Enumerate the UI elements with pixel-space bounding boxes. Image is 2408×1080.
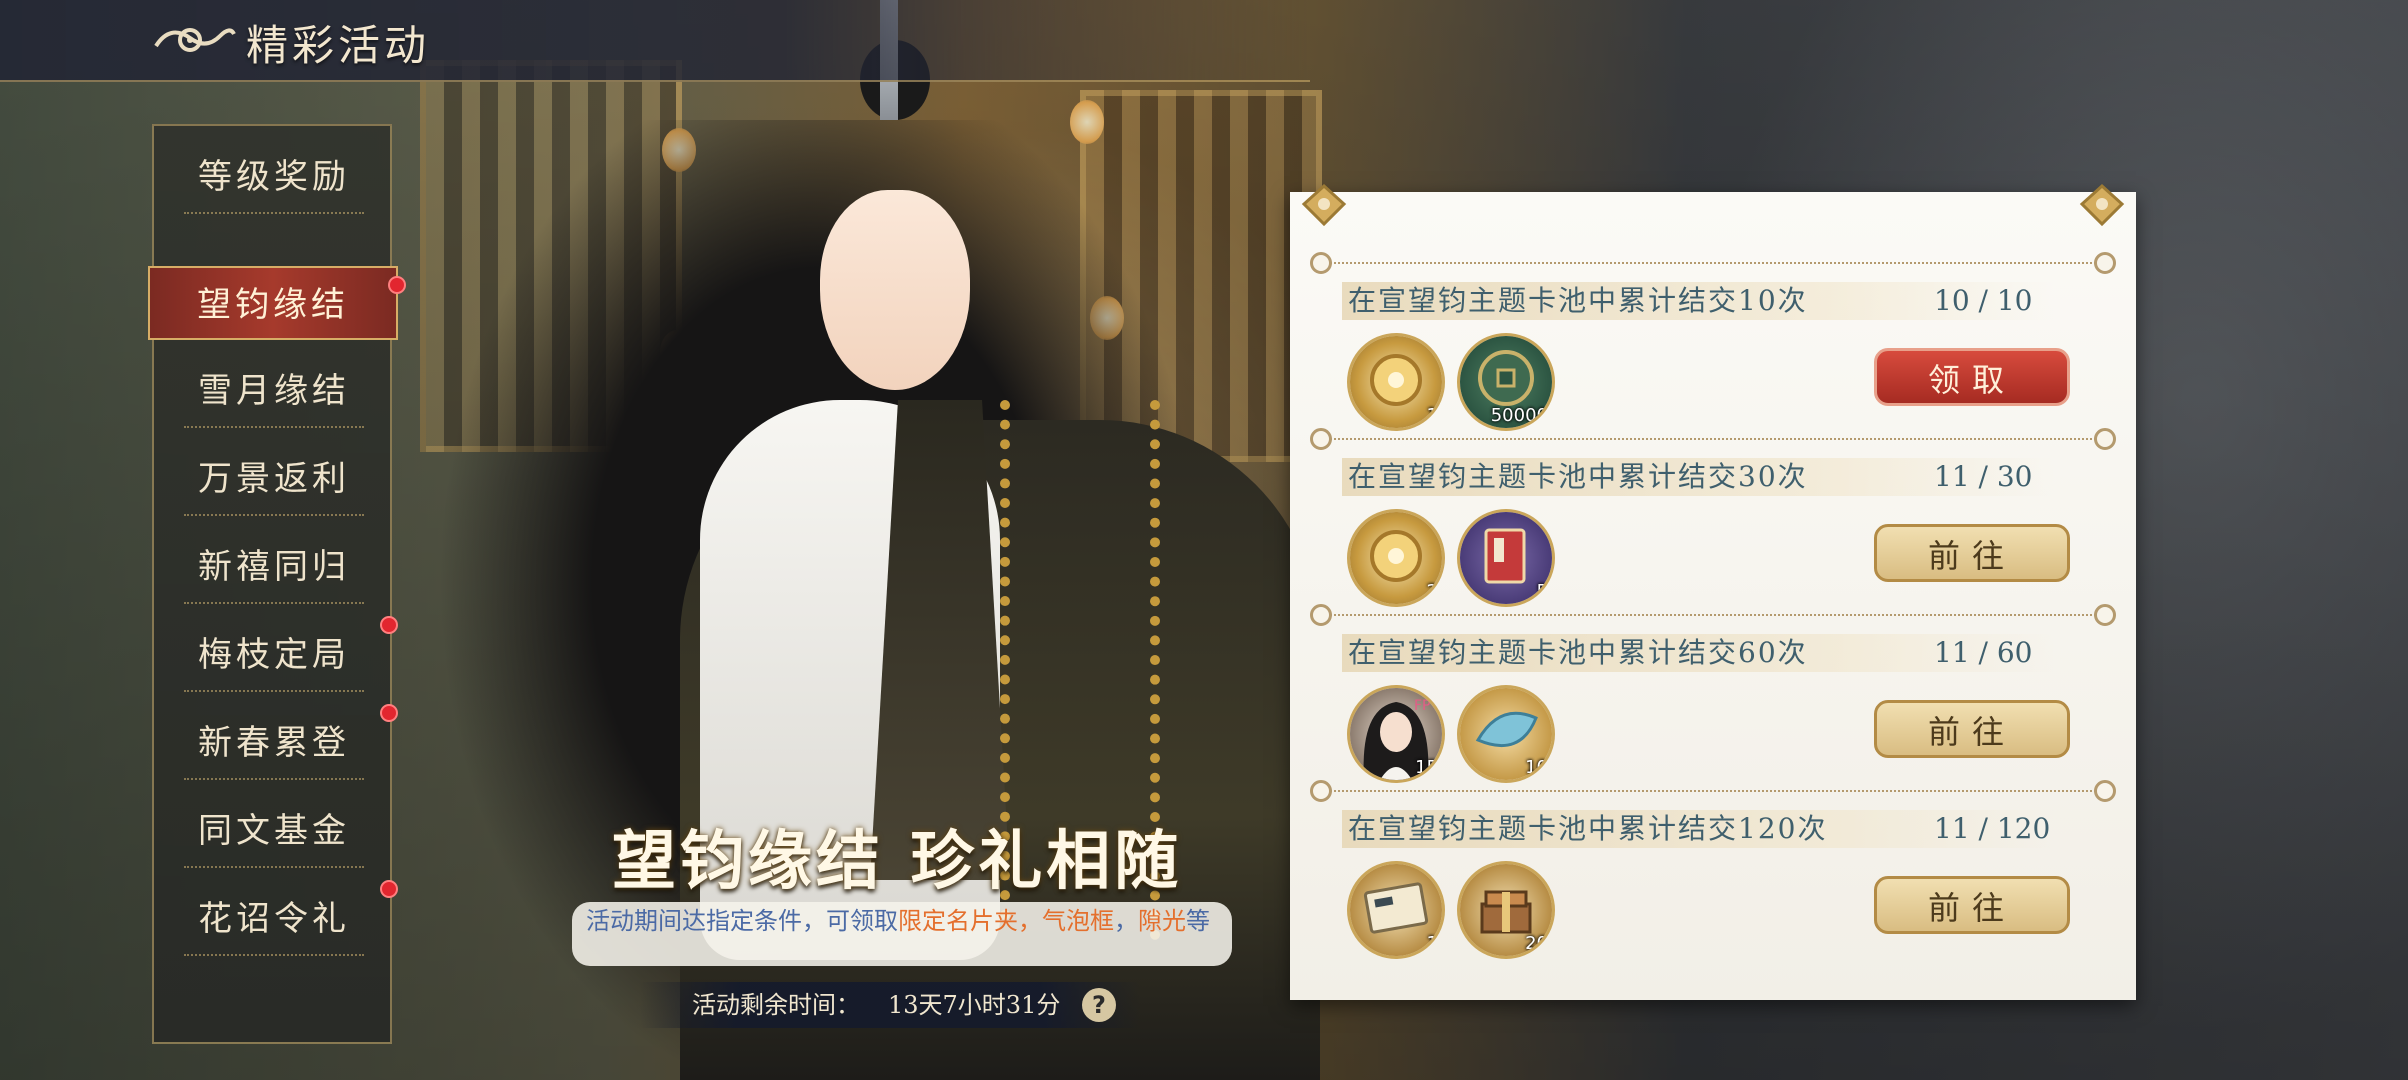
task-condition: 在宣望钧主题卡池中累计结交120次 xyxy=(1348,812,1828,845)
question-icon[interactable]: ? xyxy=(1082,988,1116,1022)
banner-title: 望钧缘结 珍礼相随 xyxy=(612,824,1183,899)
task-progress: 11 / 30 xyxy=(1934,460,2033,493)
rod-end xyxy=(2094,428,2116,450)
sidebar-item-label: 万景返利 xyxy=(198,459,350,499)
sidebar-item-xinchun[interactable]: 新春累登 xyxy=(154,704,398,780)
rod-line xyxy=(1330,790,2096,792)
desc-text: 活动期间达指定条件，可领取 xyxy=(586,907,898,935)
scroll-rod xyxy=(1310,780,2116,802)
notification-dot xyxy=(388,276,406,294)
reward-qty: 20 xyxy=(1525,933,1548,954)
knot-ornament-icon xyxy=(1301,183,1347,227)
go-button[interactable]: 前往 xyxy=(1874,876,2070,934)
rod-end xyxy=(1310,604,1332,626)
scroll-rod xyxy=(1310,428,2116,450)
task-row: 在宣望钧主题卡池中累计结交120次 11 / 120 1 20 前往 xyxy=(1290,780,2136,958)
reward-item[interactable]: 20 xyxy=(1460,864,1552,956)
rod-end xyxy=(1310,780,1332,802)
reward-qty: 10 xyxy=(1525,757,1548,778)
task-condition: 在宣望钧主题卡池中累计结交60次 xyxy=(1348,636,1808,669)
timer-label: 活动剩余时间： xyxy=(692,991,860,1019)
reward-qty: 15 xyxy=(1415,757,1438,778)
notification-dot xyxy=(380,880,398,898)
task-condition-bar: 在宣望钧主题卡池中累计结交10次 10 / 10 xyxy=(1342,282,2054,320)
reward-qty: 1 xyxy=(1426,405,1438,426)
reward-item[interactable]: FP 15 xyxy=(1350,688,1442,780)
task-progress: 11 / 120 xyxy=(1934,812,2051,845)
task-row: 在宣望钧主题卡池中累计结交30次 11 / 30 2 5 前往 xyxy=(1290,428,2136,606)
notification-dot xyxy=(380,704,398,722)
sidebar-item-tongwen[interactable]: 同文基金 xyxy=(154,794,394,868)
rod-end xyxy=(2094,780,2116,802)
sidebar-item-label: 同文基金 xyxy=(198,811,350,851)
character-face xyxy=(820,190,970,390)
sidebar-item-meizhi[interactable]: 梅枝定局 xyxy=(154,616,398,692)
rod-line xyxy=(1330,614,2096,616)
task-progress: 11 / 60 xyxy=(1934,636,2033,669)
go-button[interactable]: 前往 xyxy=(1874,524,2070,582)
task-row: 在宣望钧主题卡池中累计结交10次 10 / 10 1 50000 领取 xyxy=(1290,252,2136,430)
activity-sidebar: 等级奖励 望钧缘结 雪月缘结 万景返利 新禧同归 梅枝定局 新春累登 同文基金 … xyxy=(148,124,406,1044)
reward-item[interactable]: 1 xyxy=(1350,864,1442,956)
sidebar-item-xueyue[interactable]: 雪月缘结 xyxy=(154,354,394,428)
sidebar-item-wangjun[interactable]: 望钧缘结 xyxy=(148,266,406,340)
desc-highlight: 隙光 xyxy=(1138,907,1186,935)
sidebar-item-level-reward[interactable]: 等级奖励 xyxy=(154,140,394,214)
sidebar-item-label: 等级奖励 xyxy=(198,157,350,197)
task-panel: 在宣望钧主题卡池中累计结交10次 10 / 10 1 50000 领取 在宣望钧… xyxy=(1290,183,2136,1000)
page-title: 精彩活动 xyxy=(246,21,431,70)
desc-text: ， xyxy=(1114,907,1138,935)
reward-qty: 1 xyxy=(1426,933,1438,954)
cloud-swirl-icon xyxy=(154,28,236,52)
reward-qty: 5 xyxy=(1536,581,1548,602)
banner-description: 活动期间达指定条件，可领取限定名片夹，气泡框，隙光等 xyxy=(572,902,1232,966)
task-condition: 在宣望钧主题卡池中累计结交30次 xyxy=(1348,460,1808,493)
desc-text: 等 xyxy=(1186,907,1210,935)
task-condition-bar: 在宣望钧主题卡池中累计结交30次 11 / 30 xyxy=(1342,458,2054,496)
rod-end xyxy=(1310,252,1332,274)
scroll-rod xyxy=(1310,252,2116,274)
sidebar-item-xinxi[interactable]: 新禧同归 xyxy=(154,530,394,604)
sidebar-item-label: 望钧缘结 xyxy=(197,285,349,325)
sidebar-item-label: 新春累登 xyxy=(198,723,350,763)
svg-text:FP: FP xyxy=(1414,698,1431,714)
reward-item[interactable]: 5 xyxy=(1460,512,1552,604)
rod-end xyxy=(2094,604,2116,626)
reward-item[interactable]: 2 xyxy=(1350,512,1442,604)
task-row: 在宣望钧主题卡池中累计结交60次 11 / 60 FP 15 10 前往 xyxy=(1290,604,2136,782)
sidebar-item-label: 新禧同归 xyxy=(198,547,350,587)
top-header: 精彩活动 xyxy=(0,0,1310,82)
sidebar-item-huazhao[interactable]: 花诏令礼 xyxy=(154,880,398,956)
reward-qty: 2 xyxy=(1426,581,1438,602)
timer-value: 13天7小时31分 xyxy=(888,991,1061,1019)
task-condition-bar: 在宣望钧主题卡池中累计结交60次 11 / 60 xyxy=(1342,634,2054,672)
task-condition: 在宣望钧主题卡池中累计结交10次 xyxy=(1348,284,1808,317)
go-button[interactable]: 前往 xyxy=(1874,700,2070,758)
scroll-rod xyxy=(1310,604,2116,626)
desc-highlight: 限定名片夹，气泡框 xyxy=(898,907,1114,935)
reward-item[interactable]: 10 xyxy=(1460,688,1552,780)
reward-item[interactable]: 1 xyxy=(1350,336,1442,428)
knot-ornament-icon xyxy=(2079,183,2125,227)
claim-button[interactable]: 领取 xyxy=(1874,348,2070,406)
rod-line xyxy=(1330,438,2096,440)
task-progress: 10 / 10 xyxy=(1934,284,2033,317)
reward-item[interactable]: 50000 xyxy=(1460,336,1552,428)
rod-end xyxy=(1310,428,1332,450)
remaining-time-bar: 活动剩余时间： 13天7小时31分 ? xyxy=(640,982,1140,1028)
sidebar-item-label: 梅枝定局 xyxy=(198,635,350,675)
sidebar-item-label: 雪月缘结 xyxy=(198,371,350,411)
reward-qty: 50000 xyxy=(1490,405,1548,426)
sidebar-item-label: 花诏令礼 xyxy=(198,899,350,939)
rod-line xyxy=(1330,262,2096,264)
rod-end xyxy=(2094,252,2116,274)
notification-dot xyxy=(380,616,398,634)
sidebar-item-wanjing[interactable]: 万景返利 xyxy=(154,442,394,516)
task-condition-bar: 在宣望钧主题卡池中累计结交120次 11 / 120 xyxy=(1342,810,2054,848)
